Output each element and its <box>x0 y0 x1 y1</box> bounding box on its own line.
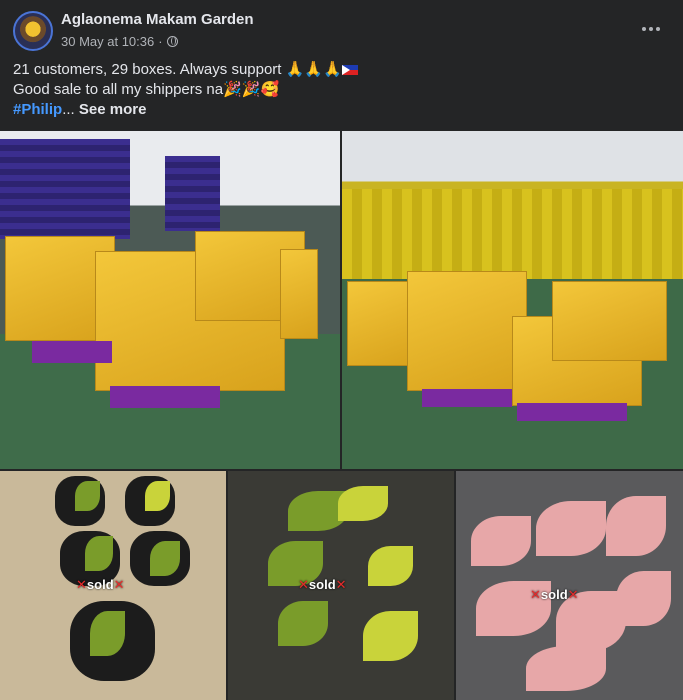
post-text: 21 customers, 29 boxes. Always support 🙏… <box>13 60 663 120</box>
pallet <box>32 341 112 363</box>
leaf <box>145 481 170 511</box>
x-icon: ✕ <box>567 587 579 602</box>
hashtag-link[interactable]: #Philip <box>13 101 62 118</box>
leaf <box>150 541 180 576</box>
warehouse-door <box>165 156 220 231</box>
leaf <box>606 496 666 556</box>
photo-plants-1[interactable]: ✕sold✕ <box>0 471 226 700</box>
sold-label: sold <box>86 577 114 592</box>
pallet <box>422 389 512 407</box>
post-text-line-1: 21 customers, 29 boxes. Always support 🙏… <box>13 60 663 80</box>
sold-marker: ✕sold✕ <box>298 577 347 593</box>
sold-marker: ✕sold✕ <box>530 587 579 603</box>
warehouse-door <box>0 139 130 239</box>
philippines-flag-icon <box>341 65 358 75</box>
praying-hands-emoji: 🙏🙏🙏 <box>285 61 342 78</box>
leaf <box>90 611 125 656</box>
page-name[interactable]: Aglaonema Makam Garden <box>61 11 254 28</box>
sold-label: sold <box>540 587 568 602</box>
line1-text: 21 customers, 29 boxes. Always support <box>13 61 282 78</box>
leaf <box>471 516 531 566</box>
leaf <box>526 646 606 691</box>
photo-warehouse-boxes-2[interactable] <box>342 131 683 469</box>
box-stack <box>552 281 667 361</box>
box-stack <box>280 249 318 339</box>
leaf <box>75 481 100 511</box>
leaf <box>363 611 418 661</box>
sold-marker: ✕sold✕ <box>76 577 125 593</box>
photo-plants-2[interactable]: ✕sold✕ <box>228 471 454 700</box>
x-icon: ✕ <box>76 577 87 592</box>
meta-separator: · <box>158 34 163 49</box>
post-text-line-2: Good sale to all my shippers na🎉🎉🥰 <box>13 80 663 100</box>
post-meta: 30 May at 10:36 · <box>61 34 178 49</box>
leaf <box>338 486 388 521</box>
more-options-icon[interactable] <box>636 14 666 44</box>
x-icon: ✕ <box>335 577 347 592</box>
yellow-curtain <box>342 189 683 279</box>
leaf <box>368 546 413 586</box>
leaf <box>278 601 328 646</box>
post-header: Aglaonema Makam Garden 30 May at 10:36 · <box>0 0 683 58</box>
avatar[interactable] <box>13 11 53 51</box>
sold-label: sold <box>308 577 336 592</box>
box-stack <box>407 271 527 391</box>
x-icon: ✕ <box>530 587 541 602</box>
pallet <box>517 403 627 421</box>
post-text-line-3: #Philip... See more <box>13 100 663 120</box>
see-more-button[interactable]: See more <box>79 101 147 118</box>
post-timestamp[interactable]: 30 May at 10:36 <box>61 34 154 49</box>
celebration-emoji: 🎉🎉🥰 <box>223 81 280 98</box>
photo-plants-3[interactable]: ✕sold✕ <box>456 471 683 700</box>
ellipsis: ... <box>62 101 75 118</box>
leaf <box>85 536 113 571</box>
globe-icon[interactable] <box>166 36 178 47</box>
leaf <box>536 501 606 556</box>
x-icon: ✕ <box>113 577 125 592</box>
line2-text: Good sale to all my shippers na <box>13 81 224 98</box>
leaf <box>616 571 671 626</box>
x-icon: ✕ <box>298 577 309 592</box>
photo-warehouse-boxes-1[interactable] <box>0 131 340 469</box>
pallet <box>110 386 220 408</box>
